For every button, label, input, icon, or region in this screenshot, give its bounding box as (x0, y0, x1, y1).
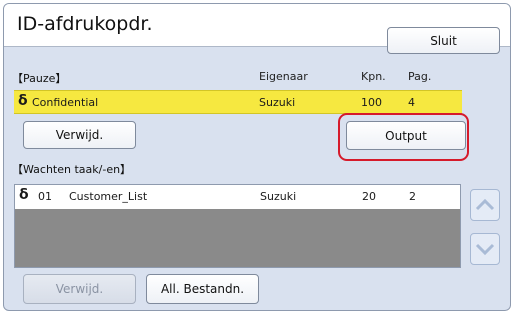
delete-paused-button[interactable]: Verwijd. (23, 121, 136, 149)
job-name: Confidential (32, 96, 99, 109)
job-copies: 20 (362, 190, 376, 203)
waiting-job-list[interactable]: δ 01 Customer_List Suzuki 20 2 (14, 184, 461, 268)
copies-column-header: Kpn. (361, 70, 386, 83)
chevron-down-icon (475, 243, 495, 256)
page-title: ID-afdrukopdr. (17, 13, 153, 35)
chevron-up-icon (475, 198, 495, 211)
paused-section-label: 【Pauze】 (12, 72, 67, 85)
output-highlight-ring (338, 113, 469, 161)
key-icon: δ (18, 93, 28, 109)
job-owner: Suzuki (259, 96, 296, 109)
header-bar: ID-afdrukopdr. Sluit (4, 4, 510, 54)
delete-waiting-button[interactable]: Verwijd. (23, 274, 136, 304)
key-icon: δ (19, 187, 29, 203)
waiting-section-label: 【Wachten taak/-en】 (12, 163, 132, 176)
scroll-up-button[interactable] (470, 189, 500, 221)
job-owner: Suzuki (260, 190, 297, 203)
paused-job-row[interactable]: δ Confidential Suzuki 100 4 (14, 90, 462, 114)
job-name: Customer_List (69, 190, 148, 203)
job-number: 01 (38, 190, 52, 203)
close-button[interactable]: Sluit (387, 27, 500, 54)
job-pages: 2 (409, 190, 416, 203)
waiting-job-row[interactable]: δ 01 Customer_List Suzuki 20 2 (15, 185, 460, 209)
pages-column-header: Pag. (408, 70, 432, 83)
job-copies: 100 (361, 96, 382, 109)
scroll-down-button[interactable] (470, 233, 500, 265)
owner-column-header: Eigenaar (259, 70, 308, 83)
all-files-button[interactable]: All. Bestandn. (146, 274, 259, 304)
job-pages: 4 (408, 96, 415, 109)
